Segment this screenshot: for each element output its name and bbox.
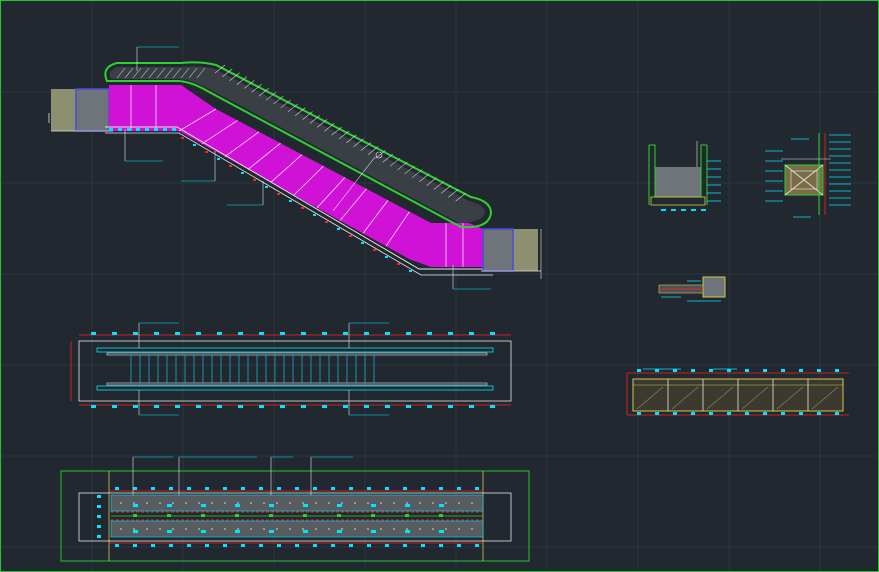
pit-lane-upper — [110, 494, 484, 512]
anchor-block — [702, 276, 726, 298]
escalator-top-plan[interactable] — [70, 322, 512, 416]
pit-lane-lower — [110, 520, 484, 538]
truss-section-body — [655, 167, 701, 197]
plan-step-lines — [130, 355, 375, 383]
upper-landing-finish — [51, 89, 76, 131]
glass-panel-elevation[interactable] — [626, 368, 849, 416]
plan-outline — [78, 340, 512, 402]
escalator-elevation[interactable] — [48, 46, 542, 290]
column-section-detail[interactable] — [765, 133, 851, 218]
escalator-pit-plan[interactable] — [60, 456, 530, 562]
cad-viewport[interactable] — [0, 0, 879, 572]
truss-section-detail[interactable] — [648, 141, 721, 211]
cad-drawing-canvas[interactable] — [1, 1, 878, 571]
handrail-anchor-detail[interactable] — [658, 276, 726, 302]
